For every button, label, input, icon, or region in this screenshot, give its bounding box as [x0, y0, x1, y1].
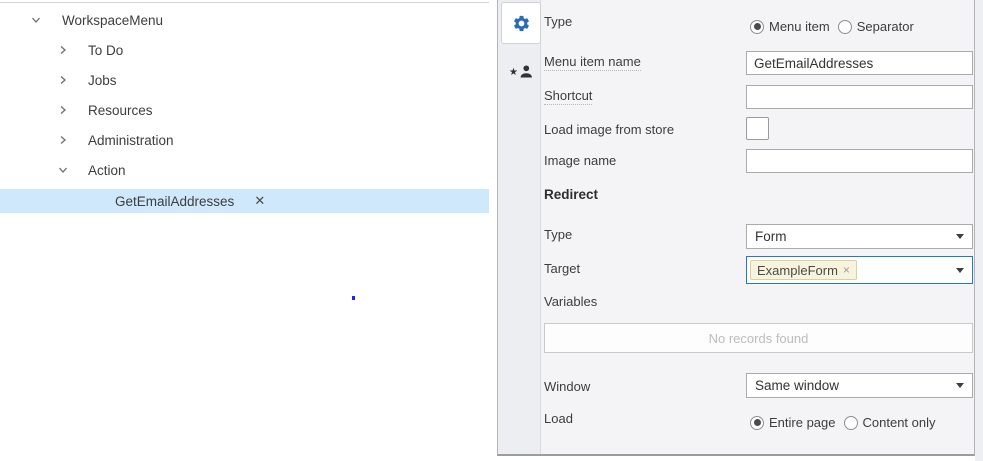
chevron-down-icon [956, 383, 964, 388]
menu-tree-panel: WorkspaceMenu To Do Jobs Resources Admin [0, 0, 489, 461]
radio-entire-page[interactable] [750, 416, 764, 430]
window-value: Same window [755, 378, 956, 393]
load-image-from-store-label: Load image from store [544, 122, 674, 137]
type-label: Type [544, 14, 572, 29]
redirect-type-label: Type [544, 227, 572, 242]
load-radio-group: Entire page Content only [750, 415, 944, 430]
chevron-right-icon[interactable] [57, 44, 69, 56]
variables-label: Variables [544, 294, 597, 309]
tree-item-administration[interactable]: Administration [0, 128, 489, 152]
tree-item-label: Action [88, 163, 126, 178]
panel-top-divider [0, 2, 489, 3]
tree-item-todo[interactable]: To Do [0, 38, 489, 62]
tab-permissions[interactable] [501, 50, 541, 92]
tree-item-resources[interactable]: Resources [0, 98, 489, 122]
variables-empty-state: No records found [544, 323, 973, 353]
load-image-from-store-checkbox[interactable] [746, 117, 769, 140]
tree-item-getemailaddresses[interactable]: GetEmailAddresses ✕ [0, 189, 489, 213]
image-name-label: Image name [544, 153, 616, 168]
tree-item-label: WorkspaceMenu [62, 13, 163, 28]
stray-cursor-dot [352, 296, 355, 300]
tree-item-label: To Do [88, 43, 123, 58]
tree-item-label: GetEmailAddresses [115, 194, 234, 209]
tree-item-label: Administration [88, 133, 174, 148]
chevron-down-icon [956, 268, 964, 273]
target-label: Target [544, 261, 580, 276]
type-radio-group: Menu item Separator [750, 19, 922, 34]
redirect-type-select[interactable]: Form [746, 224, 973, 249]
chevron-down-icon[interactable] [30, 14, 42, 26]
radio-content-only[interactable] [844, 416, 858, 430]
user-star-icon [509, 63, 533, 80]
gear-icon [512, 14, 531, 33]
tree-item-label: Resources [88, 103, 153, 118]
image-name-input[interactable] [746, 149, 973, 173]
target-tag: ExampleForm × [750, 260, 857, 280]
properties-panel: Type Menu item Separator Menu item name … [497, 0, 975, 456]
redirect-heading: Redirect [544, 187, 598, 202]
window-select[interactable]: Same window [746, 373, 973, 398]
properties-tab-strip [498, 0, 541, 454]
no-records-text: No records found [709, 331, 809, 346]
chevron-down-icon [956, 234, 964, 239]
chevron-right-icon[interactable] [57, 74, 69, 86]
tab-settings[interactable] [501, 2, 541, 44]
chevron-right-icon[interactable] [57, 134, 69, 146]
radio-content-only-label: Content only [863, 415, 936, 430]
radio-menu-item-label: Menu item [769, 19, 830, 34]
target-tag-list: ExampleForm × [750, 260, 956, 280]
menu-item-name-label: Menu item name [544, 54, 641, 71]
tree-item-label: Jobs [88, 73, 117, 88]
window-label: Window [544, 379, 590, 394]
redirect-type-value: Form [755, 229, 956, 244]
radio-entire-page-label: Entire page [769, 415, 836, 430]
tree-item-jobs[interactable]: Jobs [0, 68, 489, 92]
menu-item-name-input[interactable] [746, 51, 973, 75]
shortcut-input[interactable] [746, 85, 973, 109]
target-tag-label: ExampleForm [757, 263, 838, 278]
radio-separator[interactable] [838, 20, 852, 34]
radio-separator-label: Separator [857, 19, 914, 34]
radio-menu-item[interactable] [750, 20, 764, 34]
close-icon[interactable]: ✕ [254, 193, 265, 209]
remove-tag-icon[interactable]: × [843, 263, 850, 277]
tree-item-workspacemenu[interactable]: WorkspaceMenu [0, 8, 489, 32]
right-edge-gutter [975, 0, 983, 461]
tree-item-action[interactable]: Action [0, 158, 489, 182]
chevron-right-icon[interactable] [57, 104, 69, 116]
app-window: WorkspaceMenu To Do Jobs Resources Admin [0, 0, 983, 461]
shortcut-label: Shortcut [544, 88, 592, 105]
load-label: Load [544, 411, 573, 426]
chevron-down-icon[interactable] [57, 164, 69, 176]
target-combo[interactable]: ExampleForm × [746, 256, 973, 284]
